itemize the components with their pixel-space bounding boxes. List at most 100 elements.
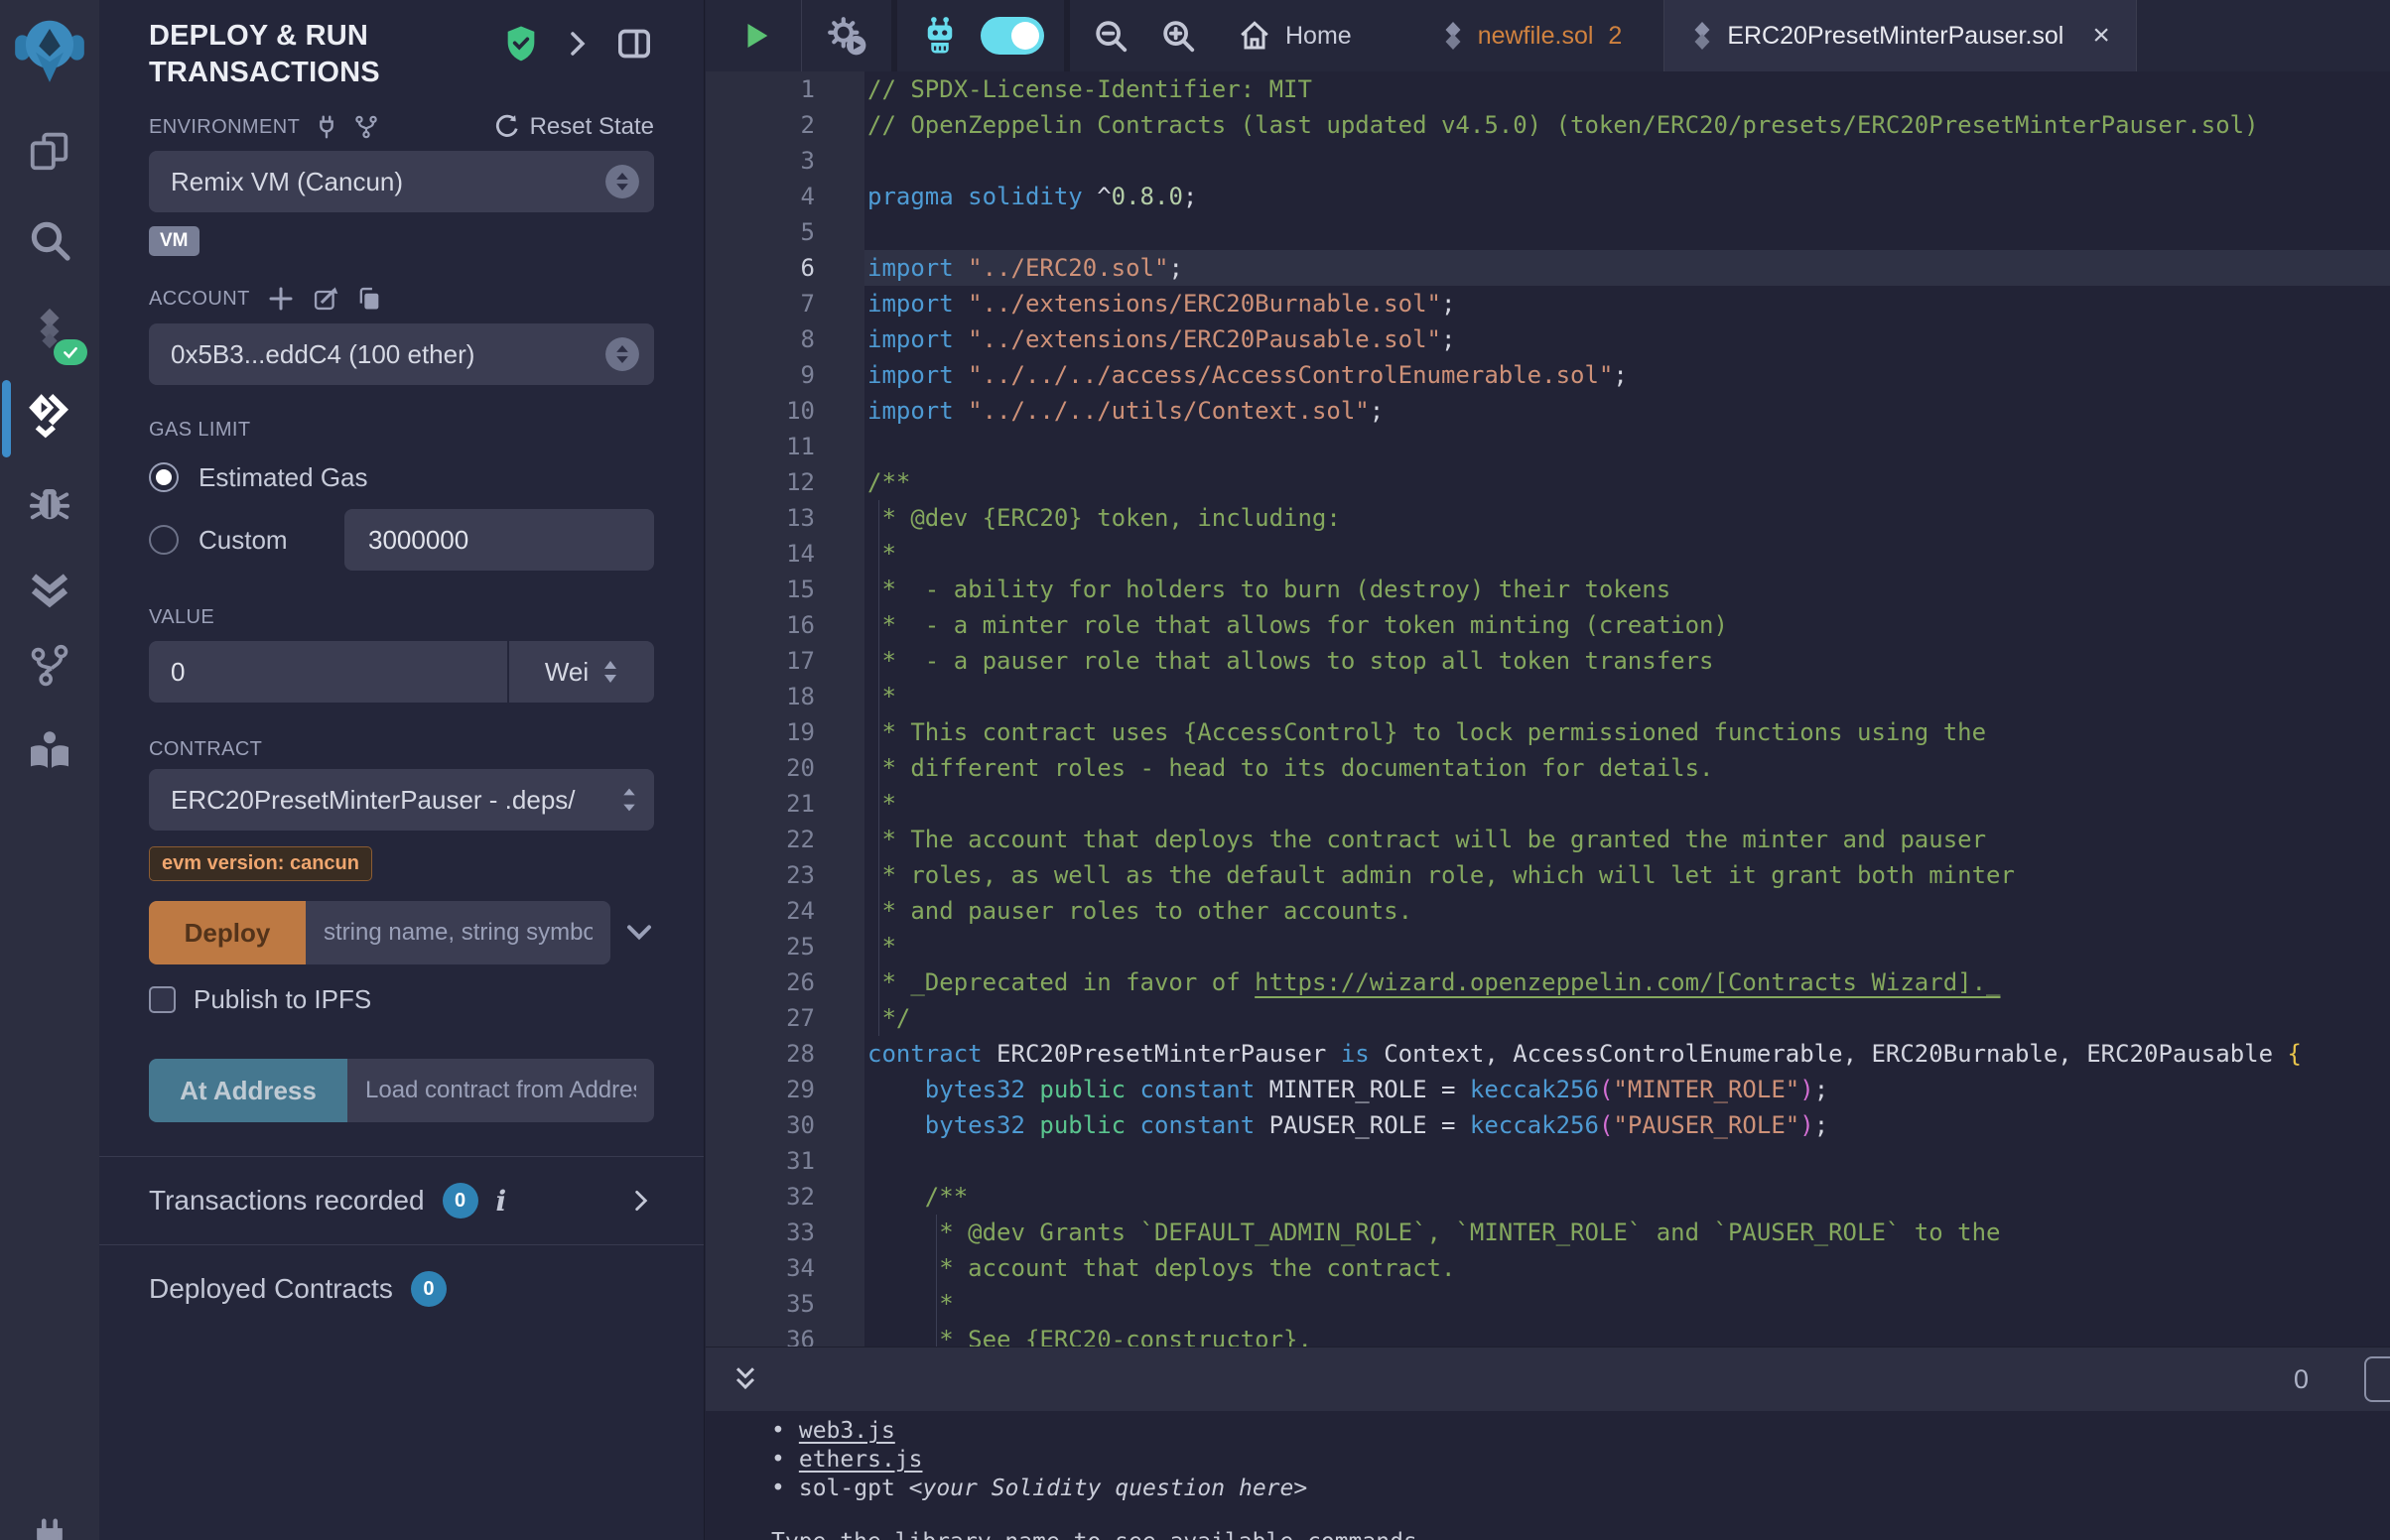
line-number[interactable]: 9: [706, 357, 864, 393]
line-number[interactable]: 5: [706, 214, 864, 250]
line-number[interactable]: 8: [706, 321, 864, 357]
tab-erc20presetminterpauser[interactable]: ERC20PresetMinterPauser.sol ×: [1663, 0, 2137, 71]
expand-terminal-icon[interactable]: [730, 1363, 761, 1395]
line-number[interactable]: 12: [706, 464, 864, 500]
ai-copilot-toggle[interactable]: [981, 17, 1044, 55]
sidebar-item-plugin-manager[interactable]: [22, 1512, 77, 1540]
value-input[interactable]: [149, 641, 507, 703]
line-number[interactable]: 20: [706, 750, 864, 786]
zoom-out-button[interactable]: [1092, 17, 1129, 55]
line-number[interactable]: 24: [706, 893, 864, 929]
line-number[interactable]: 4: [706, 179, 864, 214]
fork-environment-icon[interactable]: [353, 114, 379, 140]
code-line[interactable]: 7import "../extensions/ERC20Burnable.sol…: [706, 286, 2390, 321]
code-line[interactable]: 26 * _Deprecated in favor of https://wiz…: [706, 964, 2390, 1000]
line-number[interactable]: 10: [706, 393, 864, 429]
code-line[interactable]: 15 * - ability for holders to burn (dest…: [706, 572, 2390, 607]
code-line[interactable]: 29 bytes32 public constant MINTER_ROLE =…: [706, 1072, 2390, 1107]
constructor-args-input[interactable]: [306, 901, 610, 964]
sidebar-item-unit-testing[interactable]: [22, 561, 77, 616]
code-line[interactable]: 11: [706, 429, 2390, 464]
code-line[interactable]: 23 * roles, as well as the default admin…: [706, 857, 2390, 893]
sidebar-item-debugger[interactable]: [22, 474, 77, 530]
publish-ipfs-checkbox[interactable]: [149, 986, 176, 1013]
code-line[interactable]: 31: [706, 1143, 2390, 1179]
deploy-button[interactable]: Deploy: [149, 901, 306, 964]
code-line[interactable]: 34 * account that deploys the contract.: [706, 1250, 2390, 1286]
code-line[interactable]: 32 /**: [706, 1179, 2390, 1215]
ai-assistant-button[interactable]: [919, 15, 961, 57]
tab-newfile[interactable]: newfile.sol 2: [1417, 0, 1647, 71]
code-line[interactable]: 20 * different roles - head to its docum…: [706, 750, 2390, 786]
line-number[interactable]: 32: [706, 1179, 864, 1215]
code-line[interactable]: 27 */: [706, 1000, 2390, 1036]
code-line[interactable]: 30 bytes32 public constant PAUSER_ROLE =…: [706, 1107, 2390, 1143]
contract-select[interactable]: ERC20PresetMinterPauser - .deps/: [149, 769, 654, 831]
at-address-input[interactable]: [347, 1059, 654, 1122]
line-number[interactable]: 26: [706, 964, 864, 1000]
sidebar-item-deploy-run[interactable]: [22, 387, 77, 443]
line-number[interactable]: 17: [706, 643, 864, 679]
code-editor[interactable]: 1// SPDX-License-Identifier: MIT2// Open…: [706, 71, 2390, 1348]
line-number[interactable]: 6: [706, 250, 864, 286]
line-number[interactable]: 29: [706, 1072, 864, 1107]
code-line[interactable]: 16 * - a minter role that allows for tok…: [706, 607, 2390, 643]
remix-logo[interactable]: [10, 8, 89, 87]
line-number[interactable]: 16: [706, 607, 864, 643]
line-number[interactable]: 35: [706, 1286, 864, 1322]
connect-plug-icon[interactable]: [314, 114, 339, 140]
value-unit-select[interactable]: Wei: [509, 641, 654, 703]
line-number[interactable]: 27: [706, 1000, 864, 1036]
code-line[interactable]: 19 * This contract uses {AccessControl} …: [706, 714, 2390, 750]
code-line[interactable]: 22 * The account that deploys the contra…: [706, 822, 2390, 857]
terminal-search-box[interactable]: [2364, 1356, 2390, 1402]
expand-transactions-icon[interactable]: [628, 1188, 654, 1214]
line-number[interactable]: 28: [706, 1036, 864, 1072]
code-line[interactable]: 5: [706, 214, 2390, 250]
code-line[interactable]: 36 * See {ERC20-constructor}.: [706, 1322, 2390, 1348]
code-line[interactable]: 8import "../extensions/ERC20Pausable.sol…: [706, 321, 2390, 357]
code-line[interactable]: 25 *: [706, 929, 2390, 964]
line-number[interactable]: 13: [706, 500, 864, 536]
code-line[interactable]: 35 *: [706, 1286, 2390, 1322]
sidebar-item-git[interactable]: [22, 638, 77, 694]
line-number[interactable]: 22: [706, 822, 864, 857]
terminal-link[interactable]: web3.js: [799, 1418, 895, 1444]
code-line[interactable]: 14 *: [706, 536, 2390, 572]
account-select[interactable]: 0x5B3...eddC4 (100 ether): [149, 323, 654, 385]
code-line[interactable]: 17 * - a pauser role that allows to stop…: [706, 643, 2390, 679]
line-number[interactable]: 33: [706, 1215, 864, 1250]
line-number[interactable]: 21: [706, 786, 864, 822]
code-line[interactable]: 13 * @dev {ERC20} token, including:: [706, 500, 2390, 536]
code-line[interactable]: 9import "../../../access/AccessControlEn…: [706, 357, 2390, 393]
at-address-button[interactable]: At Address: [149, 1059, 347, 1122]
info-icon[interactable]: i: [496, 1185, 507, 1218]
line-number[interactable]: 36: [706, 1322, 864, 1348]
line-number[interactable]: 1: [706, 71, 864, 107]
terminal-link[interactable]: ethers.js: [799, 1447, 923, 1473]
reset-state-button[interactable]: Reset State: [492, 113, 654, 141]
line-number[interactable]: 2: [706, 107, 864, 143]
sidebar-item-learn[interactable]: [22, 722, 77, 778]
line-number[interactable]: 11: [706, 429, 864, 464]
line-number[interactable]: 30: [706, 1107, 864, 1143]
code-line[interactable]: 12/**: [706, 464, 2390, 500]
custom-gas-input[interactable]: [344, 509, 654, 571]
line-number[interactable]: 23: [706, 857, 864, 893]
zoom-in-button[interactable]: [1159, 17, 1197, 55]
sidebar-item-solidity-compiler[interactable]: [22, 302, 77, 357]
code-line[interactable]: 6import "../ERC20.sol";: [706, 250, 2390, 286]
expand-constructor-icon[interactable]: [624, 918, 654, 948]
pin-panel-icon[interactable]: [614, 24, 654, 64]
collapse-panel-icon[interactable]: [563, 27, 593, 61]
script-config-button[interactable]: [826, 15, 867, 57]
code-line[interactable]: 28contract ERC20PresetMinterPauser is Co…: [706, 1036, 2390, 1072]
code-line[interactable]: 21 *: [706, 786, 2390, 822]
code-line[interactable]: 10import "../../../utils/Context.sol";: [706, 393, 2390, 429]
estimated-gas-option[interactable]: Estimated Gas: [149, 457, 654, 497]
line-number[interactable]: 3: [706, 143, 864, 179]
sidebar-item-file-explorer[interactable]: [22, 123, 77, 179]
code-line[interactable]: 4pragma solidity ^0.8.0;: [706, 179, 2390, 214]
close-tab-icon[interactable]: ×: [2092, 21, 2110, 51]
sign-message-icon[interactable]: [312, 285, 339, 313]
